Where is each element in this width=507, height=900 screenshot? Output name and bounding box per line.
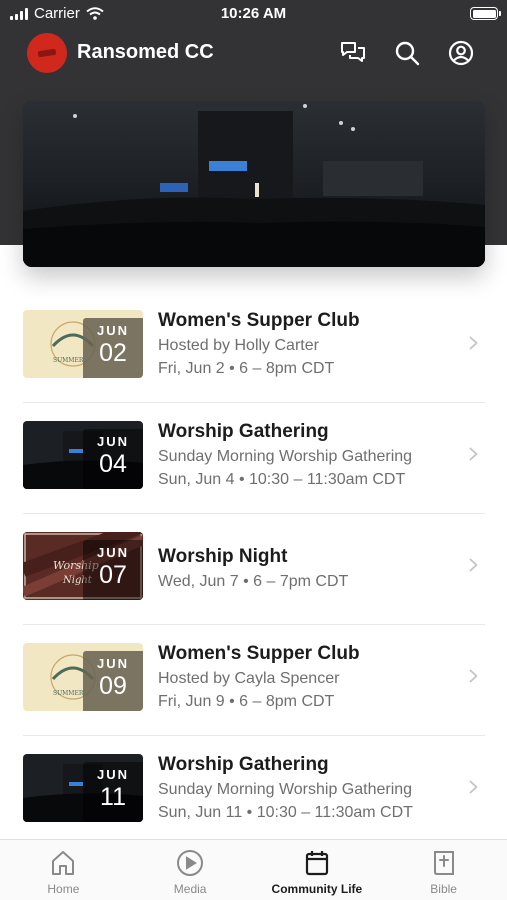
event-list: SUMMER JUN 02 Women's Supper Club Hosted…	[23, 292, 485, 847]
status-time: 10:26 AM	[220, 5, 287, 22]
date-day: 02	[99, 339, 127, 367]
date-month: JUN	[96, 434, 129, 449]
date-day: 09	[99, 672, 127, 700]
event-text: Women's Supper Club Hosted by Holly Cart…	[158, 310, 455, 378]
chevron-right-icon	[469, 558, 478, 572]
date-badge: JUN 11	[83, 762, 143, 822]
date-month: JUN	[96, 545, 129, 560]
event-detail: Sunday Morning Worship Gathering	[158, 781, 413, 798]
tab-bar: Home Media Community Life Bible	[0, 839, 507, 900]
church-logo[interactable]	[27, 33, 67, 73]
tab-label: Bible	[430, 882, 457, 896]
date-month: JUN	[96, 656, 129, 671]
date-badge: JUN 04	[83, 429, 143, 489]
event-detail: Wed, Jun 7 • 6 – 7pm CDT	[158, 573, 349, 590]
event-row[interactable]: SUMMER JUN 09 Women's Supper Club Hosted…	[23, 625, 485, 736]
event-title: Worship Night	[158, 546, 288, 567]
tab-home[interactable]: Home	[0, 840, 127, 900]
date-badge: JUN 02	[83, 318, 143, 378]
header-actions	[339, 39, 475, 67]
event-detail: Hosted by Cayla Spencer	[158, 670, 340, 687]
svg-text:SUMMER: SUMMER	[53, 357, 84, 364]
event-title: Women's Supper Club	[158, 643, 360, 664]
tab-label: Community Life	[271, 882, 363, 896]
chevron-right-icon	[469, 336, 478, 350]
event-detail: Hosted by Holly Carter	[158, 337, 319, 354]
event-thumbnail: SUMMER JUN 02	[23, 310, 143, 378]
event-thumbnail: Worship Night JUN 07	[23, 532, 143, 600]
event-text: Worship Night Wed, Jun 7 • 6 – 7pm CDT	[158, 546, 455, 591]
battery-icon	[470, 7, 501, 20]
chevron-right-icon	[469, 780, 478, 794]
event-row[interactable]: Worship Night JUN 07 Worship Night Wed, J…	[23, 514, 485, 625]
svg-text:SUMMER: SUMMER	[53, 690, 84, 697]
event-detail: Sunday Morning Worship Gathering	[158, 448, 413, 465]
event-thumbnail: JUN 04	[23, 421, 143, 489]
home-icon	[49, 849, 77, 877]
event-row[interactable]: SUMMER JUN 02 Women's Supper Club Hosted…	[23, 292, 485, 403]
event-row[interactable]: JUN 04 Worship Gathering Sunday Morning …	[23, 403, 485, 514]
chevron-right-icon	[469, 447, 478, 461]
event-detail: Fri, Jun 9 • 6 – 8pm CDT	[158, 693, 335, 710]
event-thumbnail: JUN 11	[23, 754, 143, 822]
date-month: JUN	[96, 767, 129, 782]
hero-image[interactable]	[23, 101, 485, 267]
date-badge: JUN 09	[83, 651, 143, 711]
event-title: Worship Gathering	[158, 754, 329, 775]
event-detail: Sun, Jun 4 • 10:30 – 11:30am CDT	[158, 471, 406, 488]
event-title: Worship Gathering	[158, 421, 329, 442]
account-icon[interactable]	[447, 39, 475, 67]
date-day: 07	[99, 561, 127, 589]
app-header: Ransomed CC	[0, 28, 507, 78]
date-day: 04	[99, 450, 127, 478]
event-title: Women's Supper Club	[158, 310, 360, 331]
play-icon	[176, 849, 204, 877]
status-bar: Carrier 10:26 AM	[0, 0, 507, 28]
tab-community-life[interactable]: Community Life	[254, 840, 381, 900]
tab-media[interactable]: Media	[127, 840, 254, 900]
event-detail: Sun, Jun 11 • 10:30 – 11:30am CDT	[158, 804, 413, 821]
chevron-right-icon	[469, 669, 478, 683]
date-badge: JUN 07	[83, 540, 143, 600]
bible-icon	[430, 849, 458, 877]
event-thumbnail: SUMMER JUN 09	[23, 643, 143, 711]
auditorium-photo	[23, 101, 485, 267]
app-title: Ransomed CC	[77, 41, 214, 63]
chat-icon[interactable]	[339, 39, 367, 67]
tab-bible[interactable]: Bible	[380, 840, 507, 900]
calendar-icon	[303, 849, 331, 877]
event-row[interactable]: JUN 11 Worship Gathering Sunday Morning …	[23, 736, 485, 847]
event-detail: Fri, Jun 2 • 6 – 8pm CDT	[158, 360, 335, 377]
date-day: 11	[100, 783, 126, 811]
search-icon[interactable]	[393, 39, 421, 67]
date-month: JUN	[96, 323, 129, 338]
event-text: Women's Supper Club Hosted by Cayla Spen…	[158, 643, 455, 711]
event-text: Worship Gathering Sunday Morning Worship…	[158, 421, 455, 489]
tab-label: Media	[173, 882, 207, 896]
tab-label: Home	[47, 882, 80, 896]
event-text: Worship Gathering Sunday Morning Worship…	[158, 754, 455, 822]
